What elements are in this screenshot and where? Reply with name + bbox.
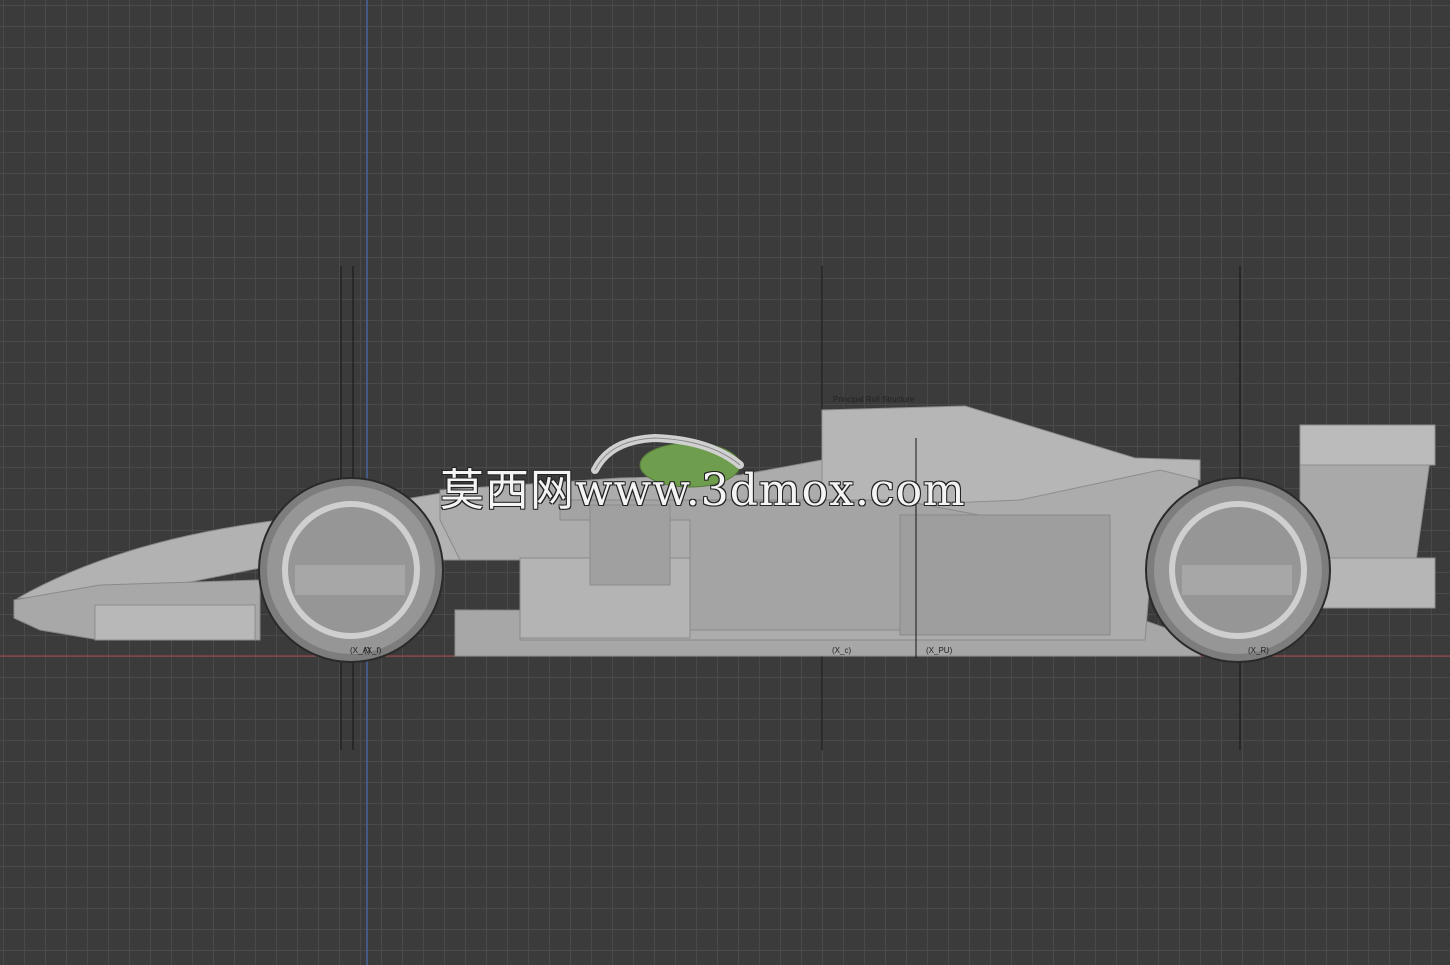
power-unit-reference-label: (X_PU) <box>926 646 953 655</box>
diffuser <box>1319 557 1436 609</box>
front-wheel <box>258 477 444 663</box>
cooling-vent <box>899 514 1111 636</box>
cockpit-reference-label: (X_c) <box>832 646 852 655</box>
front-wing-endplate <box>94 604 256 641</box>
front-axle-label: (X_f) <box>364 646 382 655</box>
rear-axle-label: (X_R) <box>1248 646 1269 655</box>
watermark: 莫西网www.3dmox.com <box>440 465 966 516</box>
principal-roll-structure-label: Principal Roll Structure <box>833 395 915 404</box>
rear-wheel <box>1145 477 1331 663</box>
rear-wing-upper <box>1299 424 1436 466</box>
